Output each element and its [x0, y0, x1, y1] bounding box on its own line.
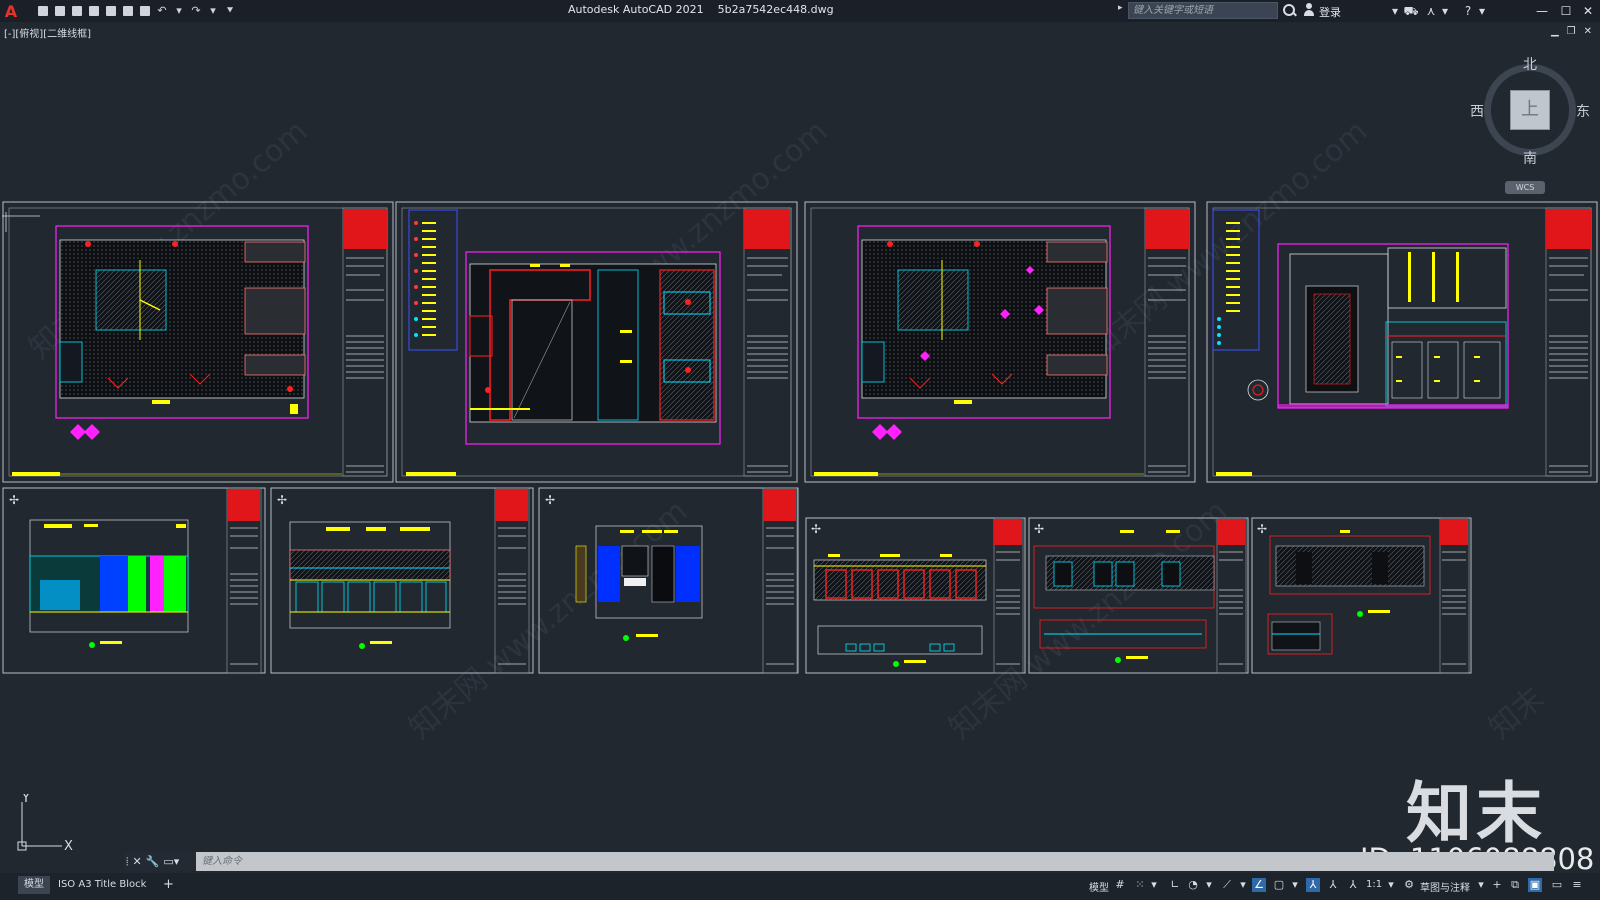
snap-dropdown-icon[interactable]: ▾	[1147, 878, 1161, 892]
wcs-menu-button[interactable]: WCS	[1505, 181, 1545, 194]
sheet-elevation-4[interactable]: ✢	[805, 517, 1026, 674]
annotation-visibility-icon[interactable]: ⅄	[1306, 878, 1320, 892]
command-grip-icon[interactable]: ⦙	[126, 855, 128, 869]
title-logo-block	[343, 209, 387, 249]
command-history-icon[interactable]: ▭▾	[163, 855, 179, 868]
snap-icon[interactable]: ⁙	[1133, 878, 1147, 892]
watermark-text: 知末	[1483, 681, 1551, 746]
isodraft-icon[interactable]: ⟋	[1220, 878, 1234, 892]
annotation-scale-value[interactable]: 1:1	[1366, 879, 1382, 890]
workspace-switch[interactable]: 草图与注释	[1420, 879, 1470, 894]
tab-model[interactable]: 模型	[18, 876, 50, 894]
tab-layout[interactable]: ISO A3 Title Block	[52, 876, 152, 894]
title-logo-block	[744, 209, 790, 249]
command-line-tools: ⦙ ✕ 🔧 ▭▾	[124, 852, 196, 871]
annotation-scale-icon[interactable]: ⅄	[1346, 878, 1360, 892]
model-space-toggle[interactable]: 模型	[1089, 879, 1109, 894]
title-block-lines	[346, 257, 384, 473]
drawing-close-icon[interactable]: ✕	[1584, 26, 1592, 37]
polar-icon[interactable]: ◔	[1186, 878, 1200, 892]
ortho-icon[interactable]: ∟	[1168, 878, 1182, 892]
command-customize-icon[interactable]: 🔧	[146, 855, 160, 868]
title-logo-block	[1145, 209, 1189, 249]
object-snap-icon[interactable]: ▢	[1272, 878, 1286, 892]
compass-west[interactable]: 西	[1470, 101, 1484, 121]
status-bar	[0, 873, 1600, 900]
title-logo-block	[763, 489, 796, 521]
ucs-y-label: Y	[21, 794, 30, 806]
sheet-plan-2[interactable]	[395, 201, 798, 483]
sheet-marker-icon: ✢	[811, 522, 821, 536]
isolate-objects-icon[interactable]: ⧉	[1508, 878, 1522, 892]
sheet-marker-icon: ✢	[545, 493, 555, 507]
ucs-icon: Y X	[17, 794, 73, 854]
object-snap-dropdown-icon[interactable]: ▾	[1288, 878, 1302, 892]
sheet-marker-icon: ✢	[277, 493, 287, 507]
drawing-window-controls: ▁ ❐ ✕	[1551, 26, 1592, 37]
sheet-marker-icon: ✢	[9, 493, 19, 507]
sheet-marker-icon: ✢	[1257, 522, 1267, 536]
plus-icon[interactable]: +	[1490, 878, 1504, 892]
title-logo-block	[495, 489, 528, 521]
compass-east[interactable]: 东	[1576, 101, 1590, 121]
hardware-acceleration-icon[interactable]: ▣	[1528, 878, 1542, 892]
sheet-elevation-6[interactable]: ✢	[1251, 517, 1472, 674]
sheet-ceiling-plan[interactable]	[1206, 201, 1598, 483]
scale-dropdown-icon[interactable]: ▾	[1384, 878, 1398, 892]
workspace-dropdown-icon[interactable]: ▾	[1474, 878, 1488, 892]
drawing-minimize-icon[interactable]: ▁	[1551, 26, 1559, 37]
drawing-restore-icon[interactable]: ❐	[1567, 26, 1576, 37]
viewcube-top-face[interactable]: 上	[1510, 90, 1550, 130]
legend-rows	[422, 222, 436, 336]
sheet-scale-bar	[12, 472, 60, 476]
title-logo-block	[1440, 519, 1468, 545]
command-close-icon[interactable]: ✕	[132, 855, 141, 868]
clean-screen-icon[interactable]: ▭	[1550, 878, 1564, 892]
title-logo-block	[1546, 209, 1591, 249]
customization-menu-icon[interactable]: ≡	[1570, 878, 1584, 892]
title-logo-block	[1217, 519, 1245, 545]
grid-icon[interactable]: #	[1113, 878, 1127, 892]
title-logo-block	[994, 519, 1022, 545]
sheet-elevation-1[interactable]: ✢	[2, 487, 266, 674]
sheet-plan-1[interactable]	[2, 201, 394, 483]
isodraft-dropdown-icon[interactable]: ▾	[1236, 878, 1250, 892]
compass-north[interactable]: 北	[1523, 54, 1537, 74]
ucs-x-label: X	[64, 839, 73, 854]
autocad-window: A ↶ ▾ ↷ ▾ ⯆ Autodesk AutoCAD 2021 5b2a754…	[0, 0, 1600, 900]
viewport-controls-label[interactable]: [-][俯视][二维线框]	[4, 25, 91, 40]
object-snap-tracking-icon[interactable]: ∠	[1252, 878, 1266, 892]
sheet-plan-3[interactable]	[804, 201, 1196, 483]
drawing-canvas[interactable]: 知末网 www.znzmo.com 知末网 www.znzmo.com 知末网 …	[0, 0, 1600, 900]
viewcube[interactable]: 上 北 南 西 东	[1470, 57, 1590, 167]
compass-south[interactable]: 南	[1523, 148, 1537, 168]
polar-dropdown-icon[interactable]: ▾	[1202, 878, 1216, 892]
sheet-marker-icon: ✢	[1034, 522, 1044, 536]
command-input[interactable]: 键入命令	[196, 852, 1554, 871]
add-layout-icon[interactable]: +	[163, 876, 174, 894]
title-logo-block	[227, 489, 260, 521]
workspace-gear-icon[interactable]: ⚙	[1402, 878, 1416, 892]
auto-scale-icon[interactable]: ⅄	[1326, 878, 1340, 892]
watermark-pattern: 知末网 www.znzmo.com 知末网 www.znzmo.com 知末网 …	[23, 114, 1551, 746]
